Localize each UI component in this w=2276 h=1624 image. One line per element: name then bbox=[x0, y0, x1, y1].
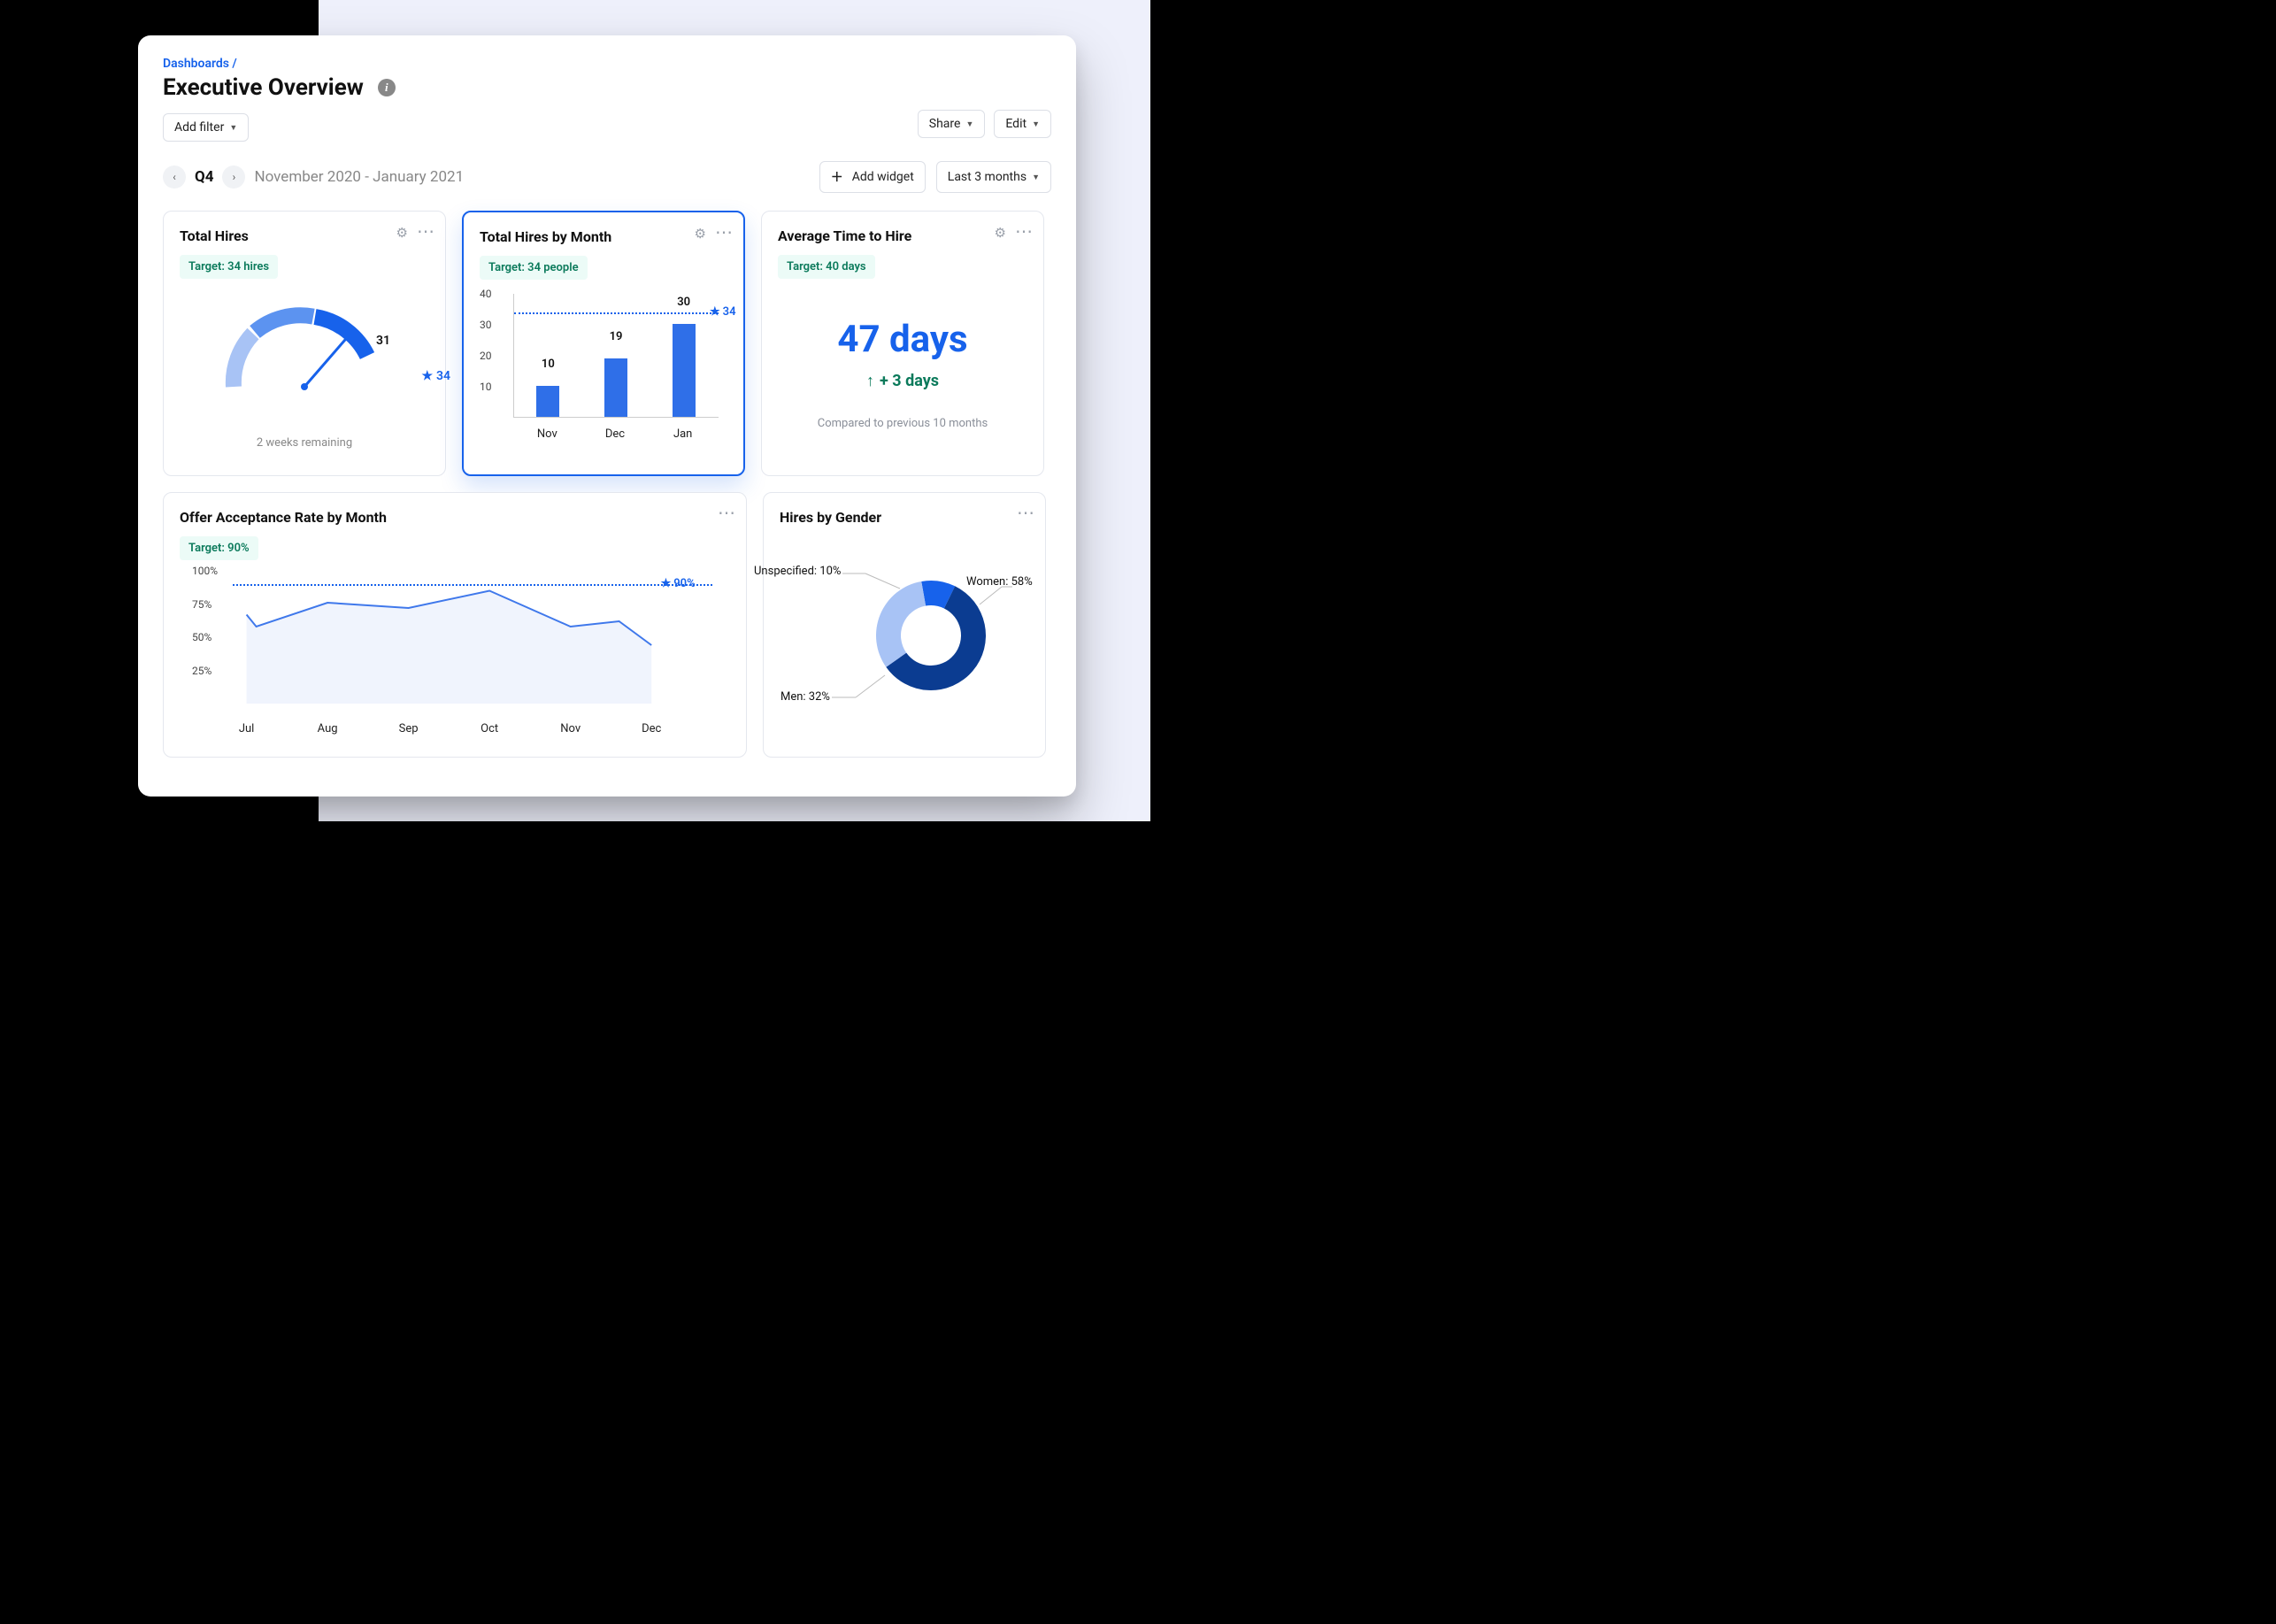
more-icon[interactable] bbox=[718, 505, 735, 522]
share-button[interactable]: Share bbox=[918, 110, 986, 138]
target-badge: Target: 34 people bbox=[480, 256, 588, 280]
card-title: Average Time to Hire bbox=[778, 227, 1027, 244]
add-widget-button[interactable]: Add widget bbox=[819, 161, 926, 193]
card-avg-time-to-hire[interactable]: Average Time to Hire Target: 40 days 47 … bbox=[761, 211, 1044, 476]
donut-chart: Unspecified: 10%Women: 58%Men: 32% bbox=[780, 547, 1028, 724]
period-range-text: November 2020 - January 2021 bbox=[254, 168, 464, 186]
gear-icon[interactable] bbox=[995, 224, 1006, 241]
more-icon[interactable] bbox=[1017, 505, 1034, 522]
period-select-button[interactable]: Last 3 months bbox=[936, 161, 1051, 193]
period-label: Q4 bbox=[195, 168, 213, 186]
gear-icon[interactable] bbox=[396, 224, 408, 241]
card-title: Hires by Gender bbox=[780, 509, 1029, 526]
more-icon[interactable] bbox=[417, 224, 434, 241]
gauge-target-label: 34 bbox=[421, 369, 450, 383]
card-title: Total Hires by Month bbox=[480, 228, 727, 245]
bar-chart: 10203040101930NovDecJan34 bbox=[480, 294, 727, 444]
card-offer-acceptance[interactable]: Offer Acceptance Rate by Month Target: 9… bbox=[163, 492, 747, 758]
line-chart: 25%50%75%100%90%JulAugSepOctNovDec bbox=[180, 571, 730, 739]
target-badge: Target: 90% bbox=[180, 536, 258, 560]
info-icon[interactable]: i bbox=[378, 79, 396, 96]
card-title: Offer Acceptance Rate by Month bbox=[180, 509, 730, 526]
kpi-delta: + 3 days bbox=[778, 372, 1027, 390]
next-period-button[interactable]: › bbox=[222, 165, 245, 189]
edit-button[interactable]: Edit bbox=[994, 110, 1051, 138]
gear-icon[interactable] bbox=[695, 225, 706, 242]
kpi-note: Compared to previous 10 months bbox=[778, 417, 1027, 430]
target-badge: Target: 40 days bbox=[778, 255, 875, 279]
more-icon[interactable] bbox=[715, 225, 733, 242]
kpi-value: 47 days bbox=[778, 318, 1027, 361]
page-title: Executive Overview bbox=[163, 74, 364, 101]
more-icon[interactable] bbox=[1015, 224, 1033, 241]
gauge-value-label: 31 bbox=[376, 334, 390, 348]
add-filter-button[interactable]: Add filter bbox=[163, 113, 249, 142]
dashboard-panel: Dashboards / Executive Overview i Share … bbox=[138, 35, 1076, 797]
card-title: Total Hires bbox=[180, 227, 429, 244]
card-hires-by-month[interactable]: Total Hires by Month Target: 34 people 1… bbox=[462, 211, 745, 476]
card-total-hires[interactable]: Total Hires Target: 34 hires bbox=[163, 211, 446, 476]
breadcrumb[interactable]: Dashboards / bbox=[163, 57, 1051, 71]
arrow-up-icon bbox=[866, 372, 880, 390]
gauge-caption: 2 weeks remaining bbox=[180, 436, 429, 450]
card-hires-by-gender[interactable]: Hires by Gender Unspecified: 10%Women: 5… bbox=[763, 492, 1046, 758]
target-badge: Target: 34 hires bbox=[180, 255, 278, 279]
prev-period-button[interactable]: ‹ bbox=[163, 165, 186, 189]
gauge-chart: 31 34 bbox=[203, 298, 406, 431]
